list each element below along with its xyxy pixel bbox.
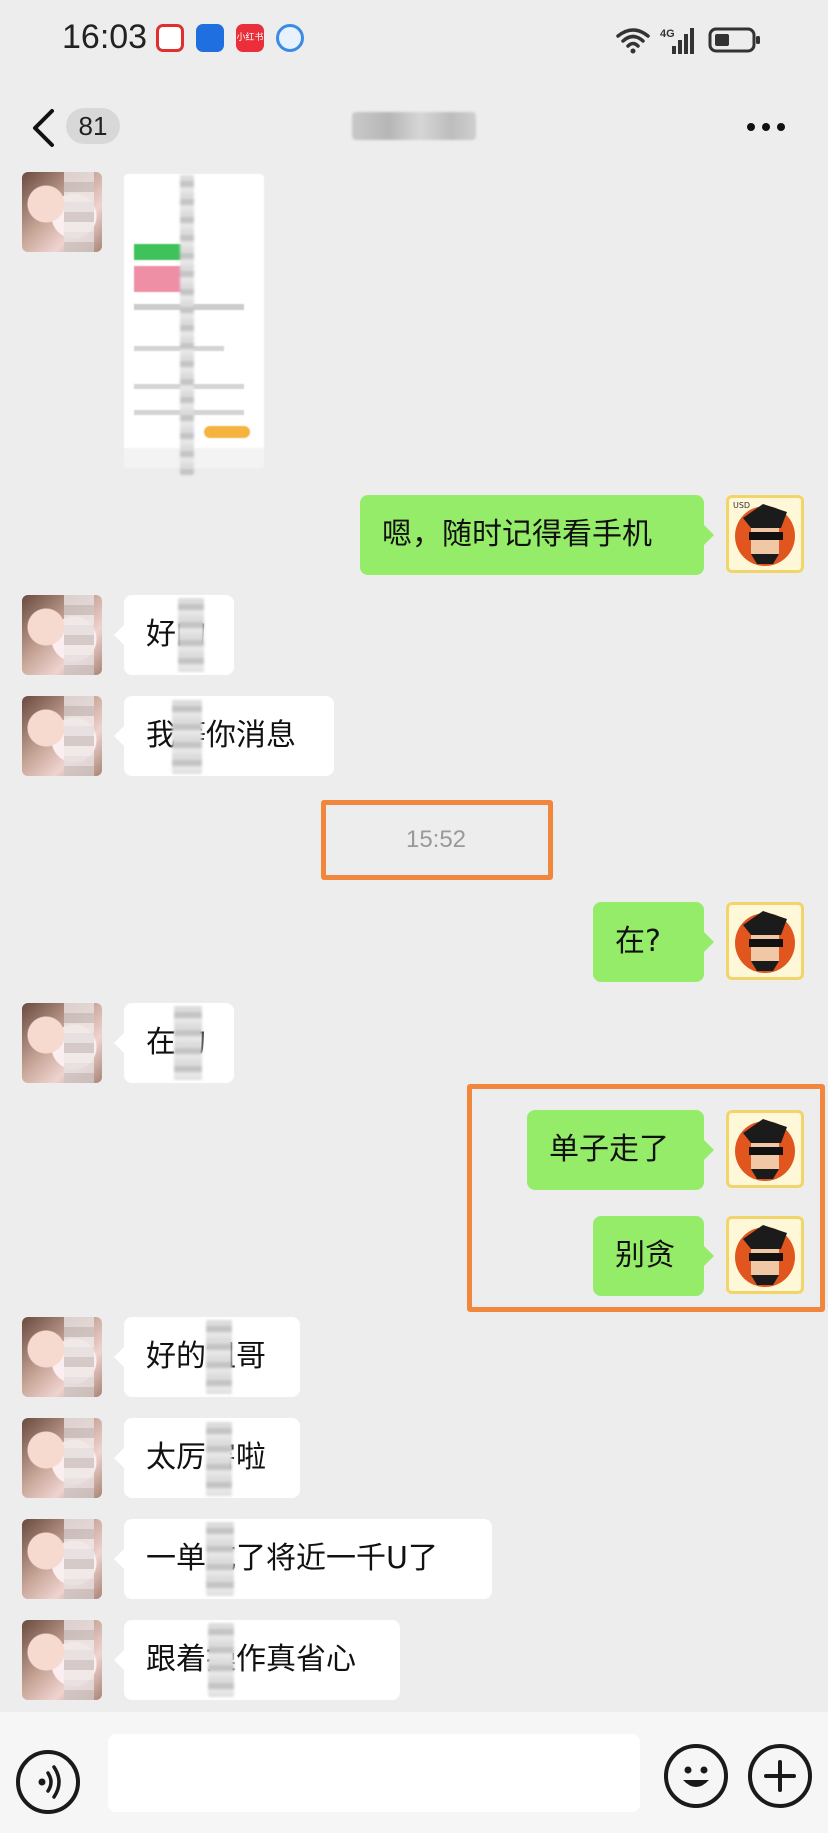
my-avatar[interactable]	[726, 1216, 804, 1294]
pixel-character-avatar-icon	[735, 911, 795, 973]
chat-title-redacted	[352, 112, 476, 140]
contact-avatar[interactable]	[22, 595, 102, 675]
my-avatar[interactable]: USD	[726, 495, 804, 573]
message-bubble-received[interactable]: 跟着操作真省心	[114, 1620, 400, 1700]
battery-icon	[708, 27, 760, 53]
emoji-icon	[683, 1766, 709, 1787]
contact-avatar[interactable]	[22, 172, 102, 252]
wifi-icon	[616, 28, 650, 54]
contact-avatar[interactable]	[22, 1317, 102, 1397]
redaction-patch	[206, 1522, 234, 1596]
message-timestamp: 15:52	[405, 826, 467, 853]
more-functions-button[interactable]	[748, 1744, 812, 1808]
emoji-button[interactable]	[664, 1744, 728, 1808]
message-bubble-sent[interactable]: 别贪	[593, 1216, 714, 1296]
message-bubble-received[interactable]: 我等你消息	[114, 696, 334, 776]
xiaohongshu-app-icon: 小红书	[236, 24, 264, 52]
plus-icon	[764, 1760, 796, 1792]
my-avatar[interactable]	[726, 902, 804, 980]
notification-app-icon	[156, 24, 184, 52]
redaction-patch	[172, 700, 202, 774]
svg-text:USD: USD	[733, 501, 750, 510]
shared-screenshot-image[interactable]	[124, 174, 264, 468]
voice-icon	[38, 1765, 61, 1799]
redaction-patch	[206, 1320, 232, 1394]
redaction-patch	[180, 175, 194, 475]
message-bubble-sent[interactable]: 嗯，随时记得看手机	[360, 495, 714, 575]
redaction-patch	[178, 598, 204, 672]
network-label: 4G	[660, 28, 675, 40]
status-bar: 16:03 小红书 4G	[0, 0, 828, 80]
message-input[interactable]	[108, 1734, 640, 1812]
contact-avatar[interactable]	[22, 1519, 102, 1599]
contact-avatar[interactable]	[22, 696, 102, 776]
voice-input-button[interactable]	[16, 1750, 80, 1814]
redaction-patch	[208, 1623, 234, 1697]
pixel-character-avatar-icon	[735, 1225, 795, 1287]
message-bubble-received[interactable]: 一单吃了将近一千U了	[114, 1519, 492, 1599]
notification-app-icon	[196, 24, 224, 52]
notification-app-icon	[276, 24, 304, 52]
status-icons: 4G	[616, 24, 762, 56]
my-avatar[interactable]	[726, 1110, 804, 1188]
back-chevron-icon[interactable]	[30, 108, 56, 148]
message-bubble-sent[interactable]: 在?	[593, 902, 714, 982]
redaction-patch	[206, 1422, 232, 1496]
contact-avatar[interactable]	[22, 1003, 102, 1083]
more-dots-icon[interactable]	[746, 122, 786, 132]
pixel-character-avatar-icon	[735, 1119, 795, 1181]
signal-icon: 4G	[660, 28, 694, 54]
message-bubble-sent[interactable]: 单子走了	[527, 1110, 714, 1190]
unread-count-badge[interactable]: 81	[66, 108, 120, 144]
redaction-patch	[174, 1006, 202, 1080]
contact-avatar[interactable]	[22, 1620, 102, 1700]
status-time: 16:03	[62, 18, 148, 56]
contact-avatar[interactable]	[22, 1418, 102, 1498]
pixel-character-avatar-icon: USD	[733, 501, 795, 566]
